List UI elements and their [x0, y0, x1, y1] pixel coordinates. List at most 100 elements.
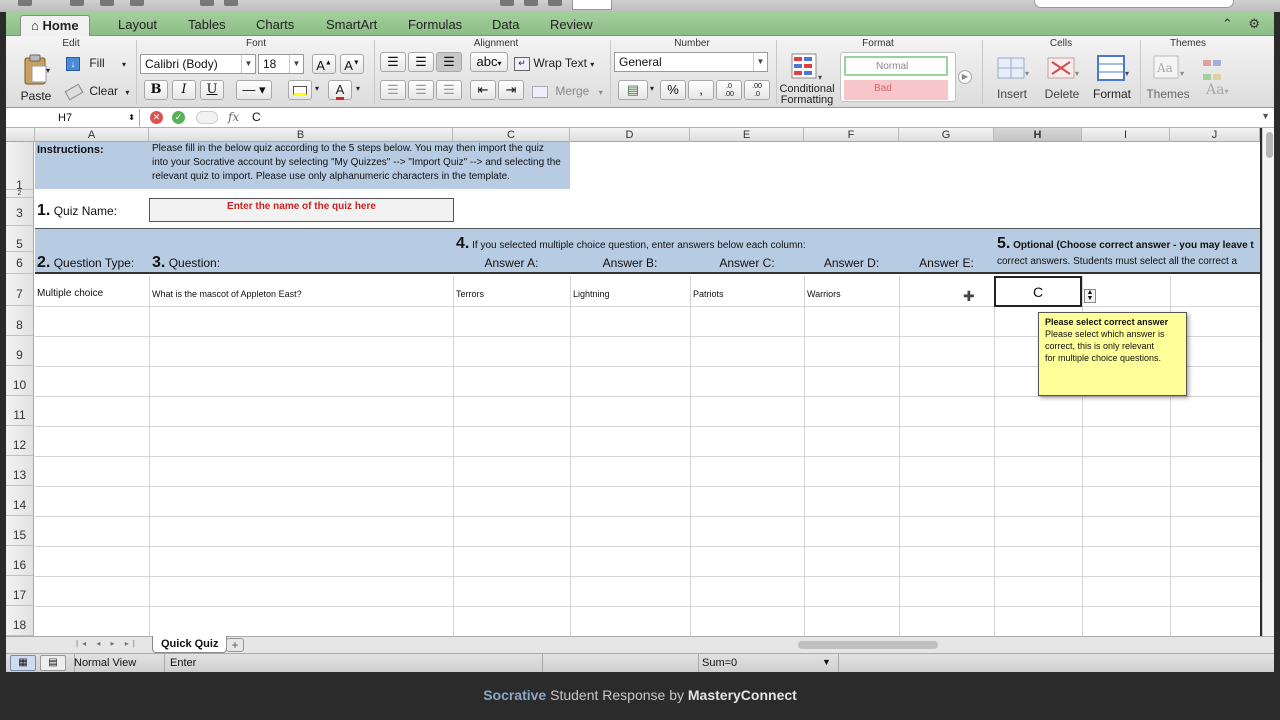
name-box[interactable]: H7 ⬍ — [6, 109, 140, 127]
delete-button[interactable]: ▾ Delete — [1040, 54, 1084, 101]
decrease-indent-button[interactable]: ⇤ — [470, 80, 496, 100]
quick-access-icon[interactable] — [524, 0, 538, 6]
comma-style-button[interactable]: , — [688, 80, 714, 100]
column-header-i[interactable]: I — [1082, 128, 1170, 142]
column-header-h[interactable]: H — [994, 128, 1082, 142]
row-header[interactable]: 10 — [6, 366, 34, 396]
select-all-corner[interactable] — [6, 128, 35, 142]
style-normal[interactable]: Normal — [844, 56, 948, 76]
answer-a-cell[interactable]: Terrors — [456, 289, 484, 299]
format-button[interactable]: ▾ Format — [1090, 54, 1134, 101]
row-header[interactable]: 3 — [6, 198, 34, 226]
paste-options-arrow[interactable]: ▾ — [46, 66, 50, 75]
answer-c-cell[interactable]: Patriots — [693, 289, 724, 299]
row-header[interactable]: 18 — [6, 606, 34, 636]
clear-dropdown-arrow[interactable]: ▾ — [125, 88, 129, 97]
percent-button[interactable]: % — [660, 80, 686, 100]
correct-answer-cell[interactable]: C — [994, 276, 1082, 307]
quick-access-icon[interactable] — [18, 0, 32, 6]
align-top-button[interactable]: ☰ — [380, 52, 406, 72]
row-header[interactable]: 13 — [6, 456, 34, 486]
sheet-tab-quick-quiz[interactable]: Quick Quiz — [152, 636, 228, 653]
chevron-down-icon[interactable]: ▼ — [822, 657, 831, 667]
quick-access-icon[interactable] — [100, 0, 114, 6]
insert-button[interactable]: ▾ Insert — [990, 54, 1034, 101]
quick-access-icon[interactable] — [130, 0, 144, 6]
row-header[interactable]: 1 — [6, 142, 34, 192]
increase-decimal-button[interactable]: .0 .00 — [716, 80, 742, 100]
function-dropdown-icon[interactable] — [196, 111, 218, 124]
align-middle-button[interactable]: ☰ — [408, 52, 434, 72]
spreadsheet-grid[interactable]: A B C D E F G H I J 1 2 3 5 6 7 8 9 10 1… — [6, 128, 1260, 636]
vertical-scrollbar[interactable] — [1262, 128, 1274, 636]
column-header-d[interactable]: D — [570, 128, 690, 142]
zoom-box[interactable] — [572, 0, 612, 10]
normal-view-button[interactable]: ▦ — [10, 655, 36, 671]
tab-charts[interactable]: Charts — [246, 15, 304, 36]
align-bottom-button[interactable]: ☰ — [436, 52, 462, 72]
answer-d-cell[interactable]: Warriors — [807, 289, 841, 299]
tab-formulas[interactable]: Formulas — [398, 15, 472, 36]
add-sheet-button[interactable]: + — [226, 638, 244, 652]
quick-access-icon[interactable] — [548, 0, 562, 6]
merge-button[interactable]: Merge ▾ — [532, 84, 603, 100]
row-header[interactable]: 5 — [6, 226, 34, 252]
column-header-j[interactable]: J — [1170, 128, 1260, 142]
tab-layout[interactable]: Layout — [108, 15, 167, 36]
ribbon-collapse-controls[interactable]: ⌃ ⚙ — [1222, 16, 1266, 32]
column-header-e[interactable]: E — [690, 128, 804, 142]
column-header-b[interactable]: B — [149, 128, 453, 142]
row-header[interactable]: 11 — [6, 396, 34, 426]
sheet-nav-arrows[interactable]: |◂ ◂ ▸ ▸| — [76, 639, 139, 648]
row-header[interactable]: 9 — [6, 336, 34, 366]
font-color-dropdown[interactable]: ▾ — [356, 84, 360, 93]
decrease-decimal-button[interactable]: .00 .0 — [744, 80, 770, 100]
column-header-f[interactable]: F — [804, 128, 899, 142]
row-header[interactable]: 17 — [6, 576, 34, 606]
column-header-a[interactable]: A — [35, 128, 149, 142]
paste-button[interactable]: Paste — [16, 54, 56, 104]
fill-color-dropdown[interactable]: ▾ — [315, 84, 319, 93]
tab-data[interactable]: Data — [482, 15, 529, 36]
confirm-entry-icon[interactable]: ✓ — [172, 111, 185, 124]
number-format-select[interactable]: General ▼ — [614, 52, 768, 72]
question-type-cell[interactable]: Multiple choice — [37, 288, 103, 299]
align-left-button[interactable]: ☰ — [380, 80, 406, 100]
currency-dropdown[interactable]: ▾ — [650, 84, 654, 93]
dropdown-arrow-icon[interactable]: ▲ ▼ — [1084, 289, 1096, 303]
answer-b-cell[interactable]: Lightning — [573, 289, 610, 299]
column-header-g[interactable]: G — [899, 128, 994, 142]
page-layout-view-button[interactable]: ▤ — [40, 655, 66, 671]
borders-button[interactable]: — ▾ — [236, 80, 272, 100]
question-cell[interactable]: What is the mascot of Appleton East? — [152, 289, 302, 299]
increase-indent-button[interactable]: ⇥ — [498, 80, 524, 100]
row-header[interactable]: 12 — [6, 426, 34, 456]
fill-button[interactable]: ↓ Fill ▾ — [66, 54, 126, 74]
tab-tables[interactable]: Tables — [178, 15, 236, 36]
theme-fonts-button[interactable]: Aa▾ — [1206, 82, 1228, 98]
row-header[interactable]: 7 — [6, 274, 34, 306]
decrease-font-size-button[interactable]: A▼ — [340, 54, 364, 74]
align-right-button[interactable]: ☰ — [436, 80, 462, 100]
style-bad[interactable]: Bad — [844, 80, 948, 100]
tab-review[interactable]: Review — [540, 15, 603, 36]
wrap-text-button[interactable]: ↵ Wrap Text ▾ — [514, 54, 594, 74]
fill-dropdown-arrow[interactable]: ▾ — [122, 60, 126, 69]
styles-next-button[interactable]: ▶ — [958, 70, 972, 84]
insert-function-icon[interactable]: fx — [228, 110, 239, 124]
row-header[interactable]: 15 — [6, 516, 34, 546]
quick-access-icon[interactable] — [200, 0, 214, 6]
quiz-name-input[interactable]: Enter the name of the quiz here — [149, 198, 454, 222]
font-name-select[interactable]: Calibri (Body) ▼ — [140, 54, 256, 74]
cancel-entry-icon[interactable]: ✕ — [150, 111, 163, 124]
row-header[interactable]: 2 — [6, 190, 34, 198]
sum-readout[interactable]: Sum=0 — [702, 657, 737, 669]
align-center-button[interactable]: ☰ — [408, 80, 434, 100]
horizontal-scrollbar[interactable] — [798, 641, 938, 649]
row-header[interactable]: 16 — [6, 546, 34, 576]
currency-format-button[interactable]: ▤ — [618, 80, 648, 100]
formula-input[interactable]: C — [252, 110, 261, 124]
font-color-button[interactable]: A — [328, 80, 352, 100]
text-orientation-button[interactable]: abc▾ — [470, 52, 508, 72]
italic-button[interactable]: I — [172, 80, 196, 100]
